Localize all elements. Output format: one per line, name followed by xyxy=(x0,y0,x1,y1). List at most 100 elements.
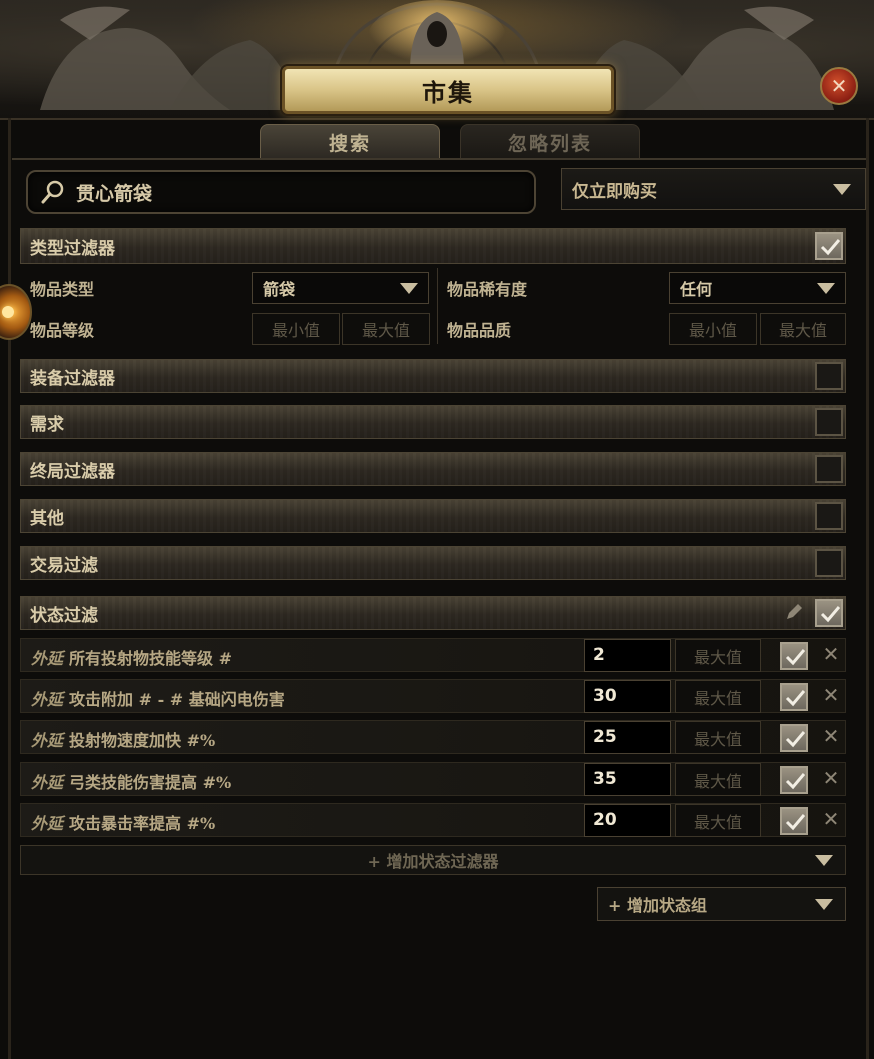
chevron-down-icon xyxy=(833,183,851,195)
stat-min-input[interactable]: 20 xyxy=(584,804,671,837)
column-divider xyxy=(437,268,438,344)
filter-group-label: 其他 xyxy=(30,508,64,529)
filter-group-equipment[interactable]: 装备过滤器 xyxy=(20,359,846,393)
stat-text: 外延 攻击暴击率提高 #% xyxy=(31,810,215,834)
item-type-value: 箭袋 xyxy=(263,280,296,299)
filter-group-label: 交易过滤 xyxy=(30,555,98,576)
type-filters-header[interactable]: 类型过滤器 xyxy=(20,228,846,264)
chevron-down-icon xyxy=(817,282,835,294)
rarity-label: 物品稀有度 xyxy=(447,280,528,299)
search-input[interactable]: 贯心箭袋 xyxy=(26,170,536,214)
rarity-value: 任何 xyxy=(680,280,713,299)
remove-icon[interactable]: ✕ xyxy=(821,768,841,788)
item-type-select[interactable]: 箭袋 xyxy=(252,272,429,304)
type-filters-checkbox[interactable] xyxy=(815,232,843,260)
filter-group-trade[interactable]: 交易过滤 xyxy=(20,546,846,580)
filter-group-label: 需求 xyxy=(30,414,64,435)
orb-icon xyxy=(0,284,32,340)
remove-icon[interactable]: ✕ xyxy=(821,685,841,705)
stat-max-input[interactable]: 最大值 xyxy=(675,804,761,837)
item-level-max[interactable]: 最大值 xyxy=(342,313,430,345)
filter-group-label: 装备过滤器 xyxy=(30,368,115,389)
stat-max-input[interactable]: 最大值 xyxy=(675,680,761,713)
tab-divider xyxy=(12,158,866,160)
stat-max-input[interactable]: 最大值 xyxy=(675,763,761,796)
filter-group-endgame[interactable]: 终局过滤器 xyxy=(20,452,846,486)
stat-text: 外延 所有投射物技能等级 # xyxy=(31,645,232,669)
add-stat-group-select[interactable]: + 增加状态组 xyxy=(597,887,846,921)
checkmark-icon xyxy=(820,239,840,256)
item-type-label: 物品类型 xyxy=(30,280,95,299)
filter-group-misc[interactable]: 其他 xyxy=(20,499,846,533)
stat-prefix: 外延 xyxy=(31,773,64,792)
checkmark-icon xyxy=(785,814,805,831)
window-header: 市集 ✕ xyxy=(0,0,874,120)
checkmark-icon xyxy=(820,606,840,623)
tab-bar: 搜索 忽略列表 xyxy=(12,118,866,160)
stat-text: 外延 投射物速度加快 #% xyxy=(31,727,215,751)
chevron-down-icon xyxy=(815,855,833,866)
quality-min[interactable]: 最小值 xyxy=(669,313,757,345)
tab-search[interactable]: 搜索 xyxy=(260,124,440,159)
filter-group-checkbox[interactable] xyxy=(815,502,843,530)
stat-row: 外延 攻击暴击率提高 #% 20 最大值 ✕ xyxy=(20,803,846,837)
filter-group-checkbox[interactable] xyxy=(815,408,843,436)
filter-group-checkbox[interactable] xyxy=(815,455,843,483)
quality-max[interactable]: 最大值 xyxy=(760,313,846,345)
stat-checkbox[interactable] xyxy=(780,807,808,835)
stat-filters-label: 状态过滤 xyxy=(30,605,98,626)
stat-checkbox[interactable] xyxy=(780,724,808,752)
stat-label: 攻击暴击率提高 #% xyxy=(69,814,216,833)
frame-left xyxy=(8,118,11,1059)
stat-prefix: 外延 xyxy=(31,649,64,668)
stat-min-input[interactable]: 30 xyxy=(584,680,671,713)
stat-checkbox[interactable] xyxy=(780,766,808,794)
stat-prefix: 外延 xyxy=(31,690,64,709)
remove-icon[interactable]: ✕ xyxy=(821,809,841,829)
stat-checkbox[interactable] xyxy=(780,642,808,670)
close-icon[interactable]: ✕ xyxy=(820,67,858,105)
window-title: 市集 xyxy=(282,66,614,114)
add-stat-filter-label: + 增加状态过滤器 xyxy=(367,852,499,871)
remove-icon[interactable]: ✕ xyxy=(821,644,841,664)
remove-icon[interactable]: ✕ xyxy=(821,726,841,746)
stat-prefix: 外延 xyxy=(31,731,64,750)
stat-row: 外延 攻击附加 # - # 基础闪电伤害 30 最大值 ✕ xyxy=(20,679,846,713)
stat-row: 外延 投射物速度加快 #% 25 最大值 ✕ xyxy=(20,720,846,754)
stat-row: 外延 所有投射物技能等级 # 2 最大值 ✕ xyxy=(20,638,846,672)
stat-max-input[interactable]: 最大值 xyxy=(675,721,761,754)
checkmark-icon xyxy=(785,731,805,748)
stat-label: 所有投射物技能等级 # xyxy=(69,649,232,668)
rarity-select[interactable]: 任何 xyxy=(669,272,846,304)
buy-mode-value: 仅立即购买 xyxy=(572,181,657,202)
search-value: 贯心箭袋 xyxy=(76,182,153,205)
type-filters-label: 类型过滤器 xyxy=(30,238,115,259)
stat-min-input[interactable]: 25 xyxy=(584,721,671,754)
buy-mode-select[interactable]: 仅立即购买 xyxy=(561,168,866,210)
search-icon xyxy=(40,179,66,205)
stat-prefix: 外延 xyxy=(31,814,64,833)
add-stat-filter-select[interactable]: + 增加状态过滤器 xyxy=(20,845,846,875)
filter-group-checkbox[interactable] xyxy=(815,362,843,390)
stat-min-input[interactable]: 35 xyxy=(584,763,671,796)
stat-text: 外延 弓类技能伤害提高 #% xyxy=(31,769,231,793)
checkmark-icon xyxy=(785,649,805,666)
stat-max-input[interactable]: 最大值 xyxy=(675,639,761,672)
tab-ignore-list[interactable]: 忽略列表 xyxy=(460,124,640,159)
stat-min-input[interactable]: 2 xyxy=(584,639,671,672)
stat-filters-header[interactable]: 状态过滤 xyxy=(20,596,846,630)
stat-label: 投射物速度加快 #% xyxy=(69,731,216,750)
chevron-down-icon xyxy=(815,899,833,910)
checkmark-icon xyxy=(785,690,805,707)
quality-label: 物品品质 xyxy=(447,321,512,340)
stat-checkbox[interactable] xyxy=(780,683,808,711)
stat-filters-checkbox[interactable] xyxy=(815,599,843,627)
filter-group-checkbox[interactable] xyxy=(815,549,843,577)
stat-label: 弓类技能伤害提高 #% xyxy=(69,773,232,792)
checkmark-icon xyxy=(785,773,805,790)
pencil-icon[interactable] xyxy=(784,602,804,622)
frame-right xyxy=(866,118,869,1059)
item-level-min[interactable]: 最小值 xyxy=(252,313,340,345)
filter-group-requirements[interactable]: 需求 xyxy=(20,405,846,439)
chevron-down-icon xyxy=(400,282,418,294)
